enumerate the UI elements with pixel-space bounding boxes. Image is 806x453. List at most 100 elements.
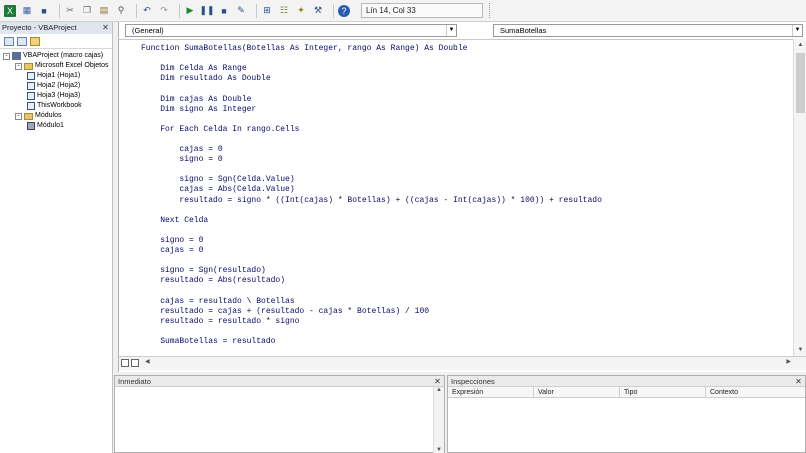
- break-icon[interactable]: ❚❚: [199, 5, 214, 17]
- toolbar-separator: [136, 3, 137, 18]
- project-explorer-toolbar: [0, 34, 112, 49]
- redo-icon[interactable]: ↷: [158, 5, 170, 17]
- reset-icon[interactable]: ■: [218, 5, 230, 17]
- cut-icon[interactable]: ✂: [64, 5, 76, 17]
- scroll-up-icon[interactable]: ▲: [794, 39, 806, 51]
- chevron-down-icon[interactable]: ▼: [792, 25, 802, 36]
- paste-icon[interactable]: ▤: [98, 5, 110, 17]
- scroll-up-icon[interactable]: ▲: [434, 387, 444, 393]
- excel-icon[interactable]: X: [4, 4, 16, 17]
- undo-icon[interactable]: ↶: [141, 5, 153, 17]
- code-line: For Each Celda In rango.Cells: [141, 124, 300, 134]
- code-line: cajas = resultado \ Botellas: [141, 296, 295, 306]
- tree-item[interactable]: - VBAProject (macro cajas): [3, 51, 103, 61]
- tree-item[interactable]: - Microsoft Excel Objetos: [15, 61, 109, 71]
- full-module-view-icon[interactable]: [131, 359, 139, 367]
- run-icon[interactable]: ▶: [184, 5, 196, 17]
- design-mode-icon[interactable]: ✎: [235, 5, 247, 17]
- project-tree: - VBAProject (macro cajas) - Microsoft Exce…: [0, 49, 112, 130]
- code-line: signo = Sgn(Celda.Value): [141, 175, 295, 185]
- code-line: resultado = resultado * signo: [141, 316, 300, 326]
- object-browser-icon[interactable]: ✦: [295, 5, 307, 17]
- toolbar-grip[interactable]: [489, 3, 491, 18]
- toolbox-icon[interactable]: ⚒: [312, 5, 324, 17]
- project-explorer-title: Proyecto - VBAProject ✕: [0, 22, 112, 34]
- column-header-expression[interactable]: Expresión: [448, 387, 534, 397]
- column-header-type[interactable]: Tipo: [620, 387, 706, 397]
- scrollbar-thumb[interactable]: [796, 53, 805, 113]
- code-line: resultado = Abs(resultado): [141, 276, 286, 286]
- tree-item-label: Hoja3 (Hoja3): [37, 92, 81, 99]
- collapse-icon[interactable]: -: [15, 62, 22, 70]
- folder-icon: [24, 112, 33, 120]
- tree-item[interactable]: ThisWorkbook: [27, 101, 82, 111]
- code-line: signo = 0: [141, 235, 204, 245]
- help-icon[interactable]: ?: [338, 4, 350, 17]
- collapse-icon[interactable]: -: [3, 52, 10, 60]
- object-dropdown[interactable]: (General) ▼: [125, 24, 457, 37]
- column-header-value[interactable]: Valor: [534, 387, 620, 397]
- find-icon[interactable]: ⚲: [115, 5, 127, 17]
- procedure-view-icon[interactable]: [121, 359, 129, 367]
- horizontal-scrollbar[interactable]: ◀ ▶: [119, 356, 806, 370]
- project-explorer-pane: Proyecto - VBAProject ✕ - VBAProject (mac…: [0, 22, 113, 453]
- sheet-icon: [27, 102, 35, 110]
- view-object-button[interactable]: [17, 36, 27, 46]
- toolbar-separator: [59, 3, 60, 18]
- sheet-icon: [27, 72, 35, 80]
- close-icon[interactable]: ✕: [794, 377, 803, 386]
- code-window: (General) ▼ SumaBotellas ▼ Function Suma…: [118, 22, 806, 372]
- code-editor[interactable]: Function SumaBotellas(Botellas As Intege…: [119, 39, 793, 356]
- close-icon[interactable]: ✕: [433, 377, 442, 386]
- watches-title-text: Inspecciones: [451, 377, 495, 386]
- save-icon[interactable]: ■: [38, 5, 50, 17]
- tree-item-label: VBAProject (macro cajas): [23, 52, 104, 59]
- toolbar-separator: [256, 3, 257, 18]
- watches-column-headers: Expresión Valor Tipo Contexto: [448, 387, 805, 398]
- code-line: SumaBotellas = resultado: [141, 336, 276, 346]
- project-explorer-icon[interactable]: ⊞: [261, 5, 273, 17]
- sheet-icon: [27, 82, 35, 90]
- tree-item[interactable]: - Módulos: [15, 111, 61, 121]
- code-line: cajas = 0: [141, 145, 223, 154]
- vertical-scrollbar[interactable]: ▲ ▼: [433, 387, 444, 453]
- immediate-title: Inmediato ✕: [115, 376, 444, 387]
- code-line: Dim signo As Integer: [141, 104, 257, 114]
- view-code-button[interactable]: [4, 36, 14, 46]
- view-toggle: [121, 359, 141, 369]
- scroll-down-icon[interactable]: ▼: [434, 447, 444, 453]
- procedure-dropdown[interactable]: SumaBotellas ▼: [493, 24, 803, 37]
- tree-item-label: ThisWorkbook: [37, 102, 82, 109]
- toggle-folders-button[interactable]: [30, 36, 40, 46]
- code-line: signo = Sgn(resultado): [141, 266, 266, 276]
- folder-icon: [24, 62, 33, 70]
- code-line: cajas = 0: [141, 246, 204, 255]
- code-line: Dim resultado As Double: [141, 74, 271, 84]
- tree-item[interactable]: Módulo1: [27, 121, 64, 131]
- toolbar-separator: [333, 3, 334, 18]
- scroll-down-icon[interactable]: ▼: [794, 344, 806, 356]
- tree-item-label: Hoja2 (Hoja2): [37, 82, 81, 89]
- scroll-right-icon[interactable]: ▶: [786, 358, 791, 365]
- watches-pane: Inspecciones ✕ Expresión Valor Tipo Cont…: [447, 375, 806, 453]
- toolbar-separator: [179, 3, 180, 18]
- collapse-icon[interactable]: -: [15, 112, 22, 120]
- column-header-context[interactable]: Contexto: [706, 387, 805, 397]
- tree-item[interactable]: Hoja2 (Hoja2): [27, 81, 80, 91]
- code-line: Function SumaBotellas(Botellas As Intege…: [141, 44, 468, 53]
- watches-title: Inspecciones ✕: [448, 376, 805, 387]
- tree-item[interactable]: Hoja1 (Hoja1): [27, 71, 80, 81]
- close-icon[interactable]: ✕: [101, 23, 110, 32]
- insert-module-icon[interactable]: ▦: [21, 5, 33, 17]
- object-dropdown-value: (General): [132, 26, 164, 35]
- copy-icon[interactable]: ❐: [81, 5, 93, 17]
- properties-icon[interactable]: ☷: [278, 5, 290, 17]
- immediate-title-text: Inmediato: [118, 377, 151, 386]
- scroll-left-icon[interactable]: ◀: [145, 358, 150, 365]
- vertical-scrollbar[interactable]: ▲ ▼: [793, 39, 806, 356]
- project-explorer-title-text: Proyecto - VBAProject: [2, 23, 77, 32]
- tree-item[interactable]: Hoja3 (Hoja3): [27, 91, 80, 101]
- sheet-icon: [27, 92, 35, 100]
- code-line: resultado = signo * ((Int(cajas) * Botel…: [141, 195, 602, 205]
- chevron-down-icon[interactable]: ▼: [446, 25, 456, 36]
